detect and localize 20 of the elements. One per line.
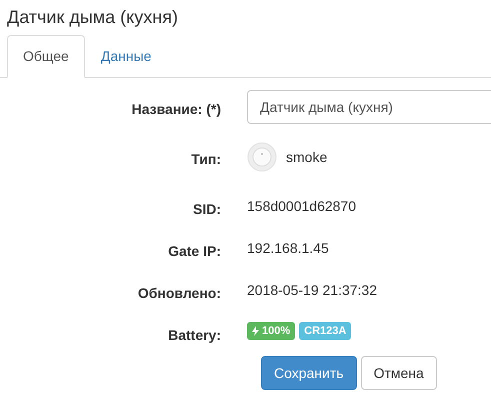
field-label: Название: (*) xyxy=(132,101,221,117)
field-label: Обновлено: xyxy=(138,285,221,301)
field-label: Gate IP: xyxy=(168,243,221,259)
page-title: Датчик дыма (кухня) xyxy=(7,7,178,27)
tab[interactable]: Общее xyxy=(7,35,85,78)
type-value: smoke xyxy=(286,148,328,166)
name-field[interactable]: Датчик дыма (кухня) xyxy=(247,90,491,124)
tab[interactable]: Данные xyxy=(84,35,168,77)
smoke-detector-icon xyxy=(247,142,277,172)
battery-badge: CR123A xyxy=(299,322,352,340)
field-value: 192.168.1.45 xyxy=(247,240,329,256)
field-label: Тип: xyxy=(191,151,221,167)
lightning-icon xyxy=(252,326,259,336)
battery-badge: 100% xyxy=(247,322,296,340)
save-button[interactable]: Сохранить xyxy=(261,356,357,390)
field-value: 2018-05-19 21:37:32 xyxy=(247,282,377,298)
field-value: 158d0001d62870 xyxy=(247,198,356,214)
cancel-button[interactable]: Отмена xyxy=(360,356,437,390)
field-label: SID: xyxy=(193,201,221,217)
field-label: Battery: xyxy=(168,327,221,343)
